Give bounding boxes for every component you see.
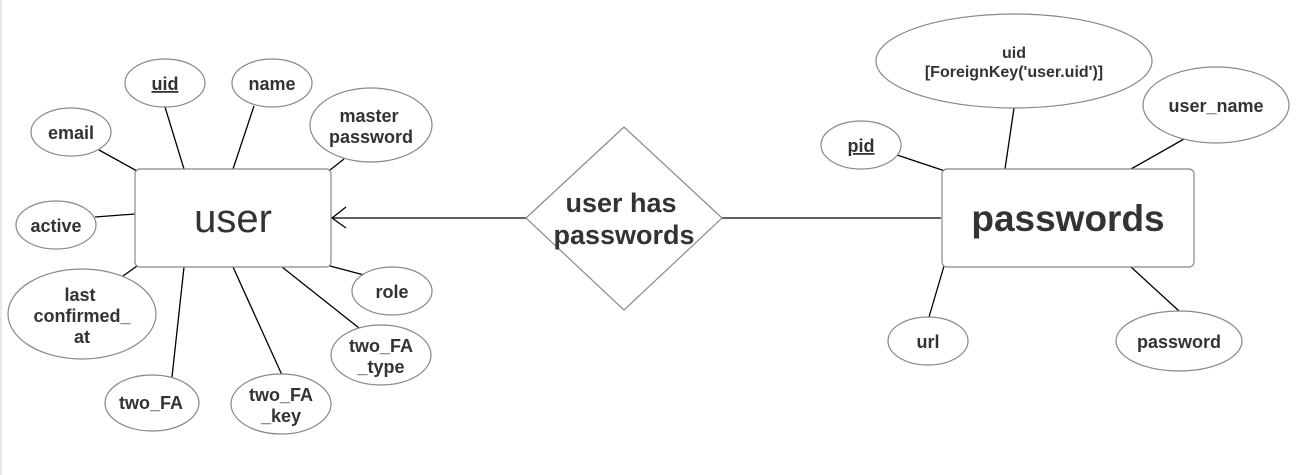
- er-diagram: user passwords user has passwords uid na…: [7, 13, 1290, 435]
- attribute-two-fa-key-line-2: _key: [260, 406, 301, 426]
- connector-password: [1130, 266, 1180, 312]
- connector-user-name: [1130, 138, 1185, 170]
- attribute-last-confirmed-at-line-1: last: [64, 285, 95, 305]
- attribute-uid-label: uid: [152, 74, 179, 94]
- connector-pid: [896, 154, 946, 172]
- attribute-two-fa-type-line-2: _type: [356, 357, 404, 377]
- attribute-password: password: [1115, 310, 1243, 372]
- attribute-last-confirmed-at: last confirmed_ at: [7, 268, 157, 360]
- attribute-user-name-label: user_name: [1168, 96, 1263, 116]
- entity-user: user: [134, 168, 332, 268]
- attribute-master-password-line-2: password: [329, 127, 413, 147]
- attribute-last-confirmed-at-line-3: at: [74, 327, 90, 347]
- connector-master-password: [329, 158, 345, 171]
- connector-last-confirmed-at: [122, 265, 138, 277]
- attribute-role: role: [351, 266, 433, 316]
- attribute-two-fa-type: two_FA _type: [330, 324, 432, 386]
- entity-passwords: passwords: [941, 168, 1195, 268]
- attribute-last-confirmed-at-line-2: confirmed_: [33, 306, 131, 326]
- attribute-uid-foreign-key-line-2: [ForeignKey('user.uid')]: [925, 64, 1103, 81]
- entity-user-label: user: [194, 197, 272, 241]
- entity-passwords-label: passwords: [971, 198, 1164, 239]
- attribute-active-label: active: [30, 216, 81, 236]
- attribute-name-label: name: [248, 74, 295, 94]
- attribute-two-fa-key: two_FA _key: [230, 373, 332, 435]
- connector-two-fa-key: [232, 266, 283, 376]
- attribute-user-name: user_name: [1142, 66, 1290, 144]
- attribute-active: active: [15, 200, 97, 250]
- connector-two-fa-type: [281, 266, 360, 329]
- attribute-master-password-line-1: master: [339, 106, 398, 126]
- relationship-label-line-1: user has: [565, 188, 676, 218]
- attribute-url: url: [887, 316, 969, 366]
- connector-role: [329, 265, 365, 276]
- connector-email: [98, 149, 138, 172]
- relationship-label-line-2: passwords: [553, 220, 694, 250]
- attribute-uid: uid: [124, 58, 206, 108]
- connector-two-fa: [171, 266, 185, 378]
- attribute-uid-foreign-key-line-1: uid: [1002, 45, 1026, 62]
- attribute-name: name: [231, 58, 313, 108]
- attribute-master-password: master password: [309, 87, 433, 163]
- attribute-email: email: [30, 107, 112, 157]
- attribute-pid: pid: [820, 120, 902, 170]
- attribute-pid-label: pid: [848, 136, 875, 156]
- attribute-url-label: url: [916, 332, 939, 352]
- attribute-two-fa-label: two_FA: [119, 393, 183, 413]
- attribute-two-fa-key-line-1: two_FA: [249, 385, 313, 405]
- attribute-role-label: role: [375, 282, 408, 302]
- relationship-user-has-passwords: user has passwords: [525, 126, 723, 311]
- attribute-password-label: password: [1137, 332, 1221, 352]
- attribute-uid-foreign-key: uid [ForeignKey('user.uid')]: [875, 13, 1153, 109]
- connector-uid-fk: [1004, 107, 1015, 170]
- connector-name: [232, 105, 255, 170]
- attribute-two-fa-type-line-1: two_FA: [349, 336, 413, 356]
- connector-uid: [164, 106, 185, 170]
- connector-active: [94, 213, 136, 218]
- attribute-two-fa: two_FA: [104, 374, 200, 432]
- connector-url: [928, 265, 945, 318]
- attribute-email-label: email: [48, 123, 94, 143]
